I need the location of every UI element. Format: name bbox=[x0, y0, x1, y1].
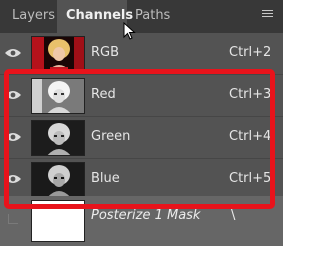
eye-icon[interactable] bbox=[4, 173, 22, 185]
channel-shortcut: Ctrl+5 bbox=[229, 171, 272, 186]
eye-icon[interactable] bbox=[4, 131, 22, 143]
mouse-cursor-icon bbox=[123, 22, 136, 40]
mask-shortcut: \ bbox=[231, 208, 236, 223]
mask-name: Posterize 1 Mask bbox=[91, 208, 201, 223]
panel-body: Layers Channels Paths RGB Ctrl+2 Red Ctr… bbox=[0, 0, 283, 246]
channel-thumbnail-blue bbox=[31, 162, 85, 198]
channel-name: Red bbox=[91, 87, 116, 102]
channel-row-blue[interactable]: Blue Ctrl+5 bbox=[0, 159, 283, 200]
tab-layers[interactable]: Layers bbox=[0, 0, 57, 33]
channel-row-rgb[interactable]: RGB Ctrl+2 bbox=[0, 33, 283, 74]
channel-shortcut: Ctrl+4 bbox=[229, 129, 272, 144]
channel-name: RGB bbox=[91, 45, 120, 60]
channel-shortcut: Ctrl+2 bbox=[229, 45, 272, 60]
channels-panel: Layers Channels Paths RGB Ctrl+2 Red Ctr… bbox=[0, 0, 297, 260]
channel-row-red[interactable]: Red Ctrl+3 bbox=[0, 75, 283, 116]
eye-icon[interactable] bbox=[4, 89, 22, 101]
panel-menu-icon[interactable] bbox=[262, 10, 273, 19]
channel-thumbnail-red bbox=[31, 78, 85, 114]
channel-name: Blue bbox=[91, 171, 120, 186]
mask-thumbnail bbox=[31, 200, 85, 242]
visibility-toggle[interactable] bbox=[8, 214, 18, 224]
channel-row-green[interactable]: Green Ctrl+4 bbox=[0, 117, 283, 158]
tab-channels[interactable]: Channels bbox=[57, 0, 133, 33]
channel-name: Green bbox=[91, 129, 131, 144]
channel-thumbnail-rgb bbox=[31, 36, 85, 72]
channel-thumbnail-green bbox=[31, 120, 85, 156]
tab-bar: Layers Channels Paths bbox=[0, 0, 283, 33]
channel-shortcut: Ctrl+3 bbox=[229, 87, 272, 102]
eye-icon[interactable] bbox=[4, 47, 22, 59]
channel-row-mask[interactable]: Posterize 1 Mask \ bbox=[0, 196, 283, 246]
